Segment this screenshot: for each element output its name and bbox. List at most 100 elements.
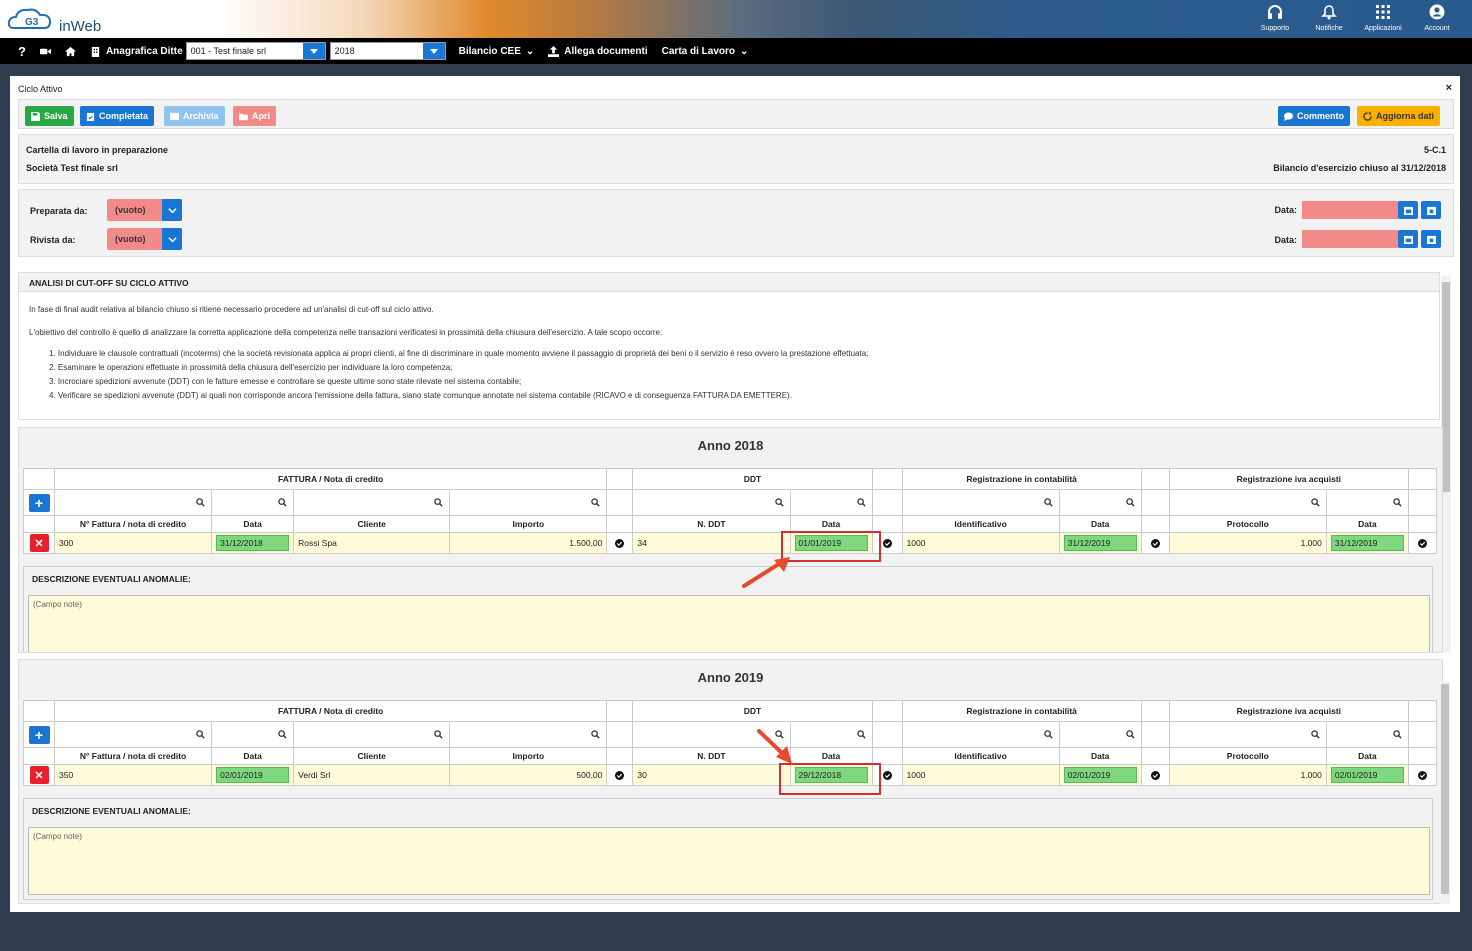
check-circle-icon[interactable] [882,538,892,548]
check-circle-icon[interactable] [1150,538,1160,548]
filter-ident[interactable] [901,489,1060,516]
nddt-input[interactable]: 34 [632,532,791,554]
year-select[interactable]: 2018 [329,42,446,60]
rivista-dropdown-button[interactable] [162,228,182,250]
archive-icon [170,112,179,120]
iva-data-input[interactable]: 31/12/2019 [1330,535,1404,551]
filter-reg-data[interactable] [1058,489,1142,516]
filter-ddt-data[interactable] [789,489,873,516]
nfatt-input[interactable]: 350 [54,764,213,786]
check-circle-icon[interactable] [1417,538,1427,548]
add-row-button[interactable]: + [28,493,50,512]
bilancio-cee-menu[interactable]: Bilancio CEE ⌄ [452,38,542,64]
filter-data[interactable] [211,721,295,748]
delete-row-button[interactable]: ✕ [29,766,49,784]
filter-importo[interactable] [449,721,608,748]
filter-iva-data[interactable] [1325,489,1409,516]
year-dropdown-button[interactable] [422,43,445,59]
filter-protocollo[interactable] [1168,489,1327,516]
filter-ident[interactable] [901,721,1060,748]
col-cliente: Cliente [293,515,451,533]
calendar-button[interactable] [1398,230,1418,248]
comment-icon [1284,111,1293,121]
anagrafica-ditte-link[interactable]: Anagrafica Ditte [83,38,190,64]
salva-button[interactable]: Salva [25,106,74,126]
rivista-select[interactable]: (vuoto) [107,228,182,250]
filter-protocollo[interactable] [1168,721,1327,748]
app-logo-text: inWeb [59,18,102,35]
calendar-button[interactable] [1398,201,1418,219]
aggiorna-dati-button[interactable]: Aggiorna dati [1357,106,1440,126]
iva-data-input[interactable]: 02/01/2019 [1330,767,1404,783]
data-rivista-input[interactable] [1302,230,1398,248]
calendar-today-button[interactable] [1421,201,1441,219]
check-circle-icon[interactable] [1417,770,1427,780]
reg-data-input[interactable]: 02/01/2019 [1063,767,1137,783]
section-scrollbar[interactable] [1440,682,1450,904]
supporto-button[interactable]: Supporto [1248,0,1302,38]
completata-button[interactable]: Completata [80,106,155,126]
carta-di-lavoro-menu[interactable]: Carta di Lavoro ⌄ [655,38,756,64]
notes-textarea[interactable]: (Campo note) [28,595,1430,652]
chevron-down-icon [167,236,177,242]
nddt-input[interactable]: 30 [632,764,791,786]
commento-button[interactable]: Commento [1278,106,1350,126]
account-icon [1429,4,1445,20]
filter-nddt[interactable] [632,489,791,516]
importo-input[interactable]: 500,00 [449,764,608,786]
ditta-dropdown-button[interactable] [302,43,325,59]
preparata-select[interactable]: (vuoto) [107,199,182,221]
ditta-select[interactable]: 001 - Test finale srl [185,42,326,60]
svg-text:G3: G3 [25,17,39,28]
data-input[interactable]: 02/01/2019 [216,767,290,783]
filter-nfatt[interactable] [54,721,213,748]
check-circle-icon[interactable] [615,538,625,548]
archivia-button[interactable]: Archivia [164,106,225,126]
col-data: Data [211,747,295,765]
notifiche-button[interactable]: Notifiche [1302,0,1356,38]
cutoff-table-2019: FATTURA / Nota di credito DDT Registrazi… [22,700,1438,786]
protocollo-input[interactable]: 1.000 [1168,764,1327,786]
search-icon [434,730,443,739]
check-circle-icon[interactable] [1150,770,1160,780]
filter-nfatt[interactable] [54,489,213,516]
notes-textarea[interactable]: (Campo note) [28,827,1430,895]
filter-ddt-data[interactable] [789,721,873,748]
cliente-input[interactable]: Rossi Spa [293,532,451,554]
close-icon[interactable]: × [1446,82,1452,94]
preparata-dropdown-button[interactable] [162,199,182,221]
home-button[interactable] [58,38,83,64]
protocollo-input[interactable]: 1.000 [1168,532,1327,554]
nfatt-input[interactable]: 300 [54,532,213,554]
scrollbar-thumb[interactable] [1441,684,1449,894]
filter-cliente[interactable] [293,721,451,748]
applicazioni-button[interactable]: Applicazioni [1356,0,1410,38]
ident-input[interactable]: 1000 [901,532,1060,554]
filter-cliente[interactable] [293,489,451,516]
video-button[interactable] [33,38,58,64]
filter-reg-data[interactable] [1058,721,1142,748]
data-input[interactable]: 31/12/2018 [216,535,290,551]
help-button[interactable]: ? [0,38,33,64]
arrow-annotation-icon [757,729,792,764]
scrollbar-thumb[interactable] [1442,282,1450,492]
allega-documenti-link[interactable]: Allega documenti [541,38,654,64]
ident-input[interactable]: 1000 [901,764,1060,786]
filter-iva-data[interactable] [1325,721,1409,748]
filter-data[interactable] [211,489,295,516]
col-importo: Importo [449,747,608,765]
account-button[interactable]: Account [1410,0,1464,38]
apri-button[interactable]: Apri [233,106,276,126]
importo-input[interactable]: 1.500,00 [449,532,608,554]
data-preparata-input[interactable] [1302,201,1398,219]
salva-label: Salva [44,111,68,121]
add-row-button[interactable]: + [28,725,50,744]
calendar-today-button[interactable] [1421,230,1441,248]
cliente-input[interactable]: Verdi Srl [293,764,451,786]
reg-data-input[interactable]: 31/12/2019 [1063,535,1137,551]
preparata-value: (vuoto) [115,205,146,215]
check-circle-icon[interactable] [882,770,892,780]
filter-importo[interactable] [449,489,608,516]
check-circle-icon[interactable] [615,770,625,780]
delete-row-button[interactable]: ✕ [29,534,49,552]
